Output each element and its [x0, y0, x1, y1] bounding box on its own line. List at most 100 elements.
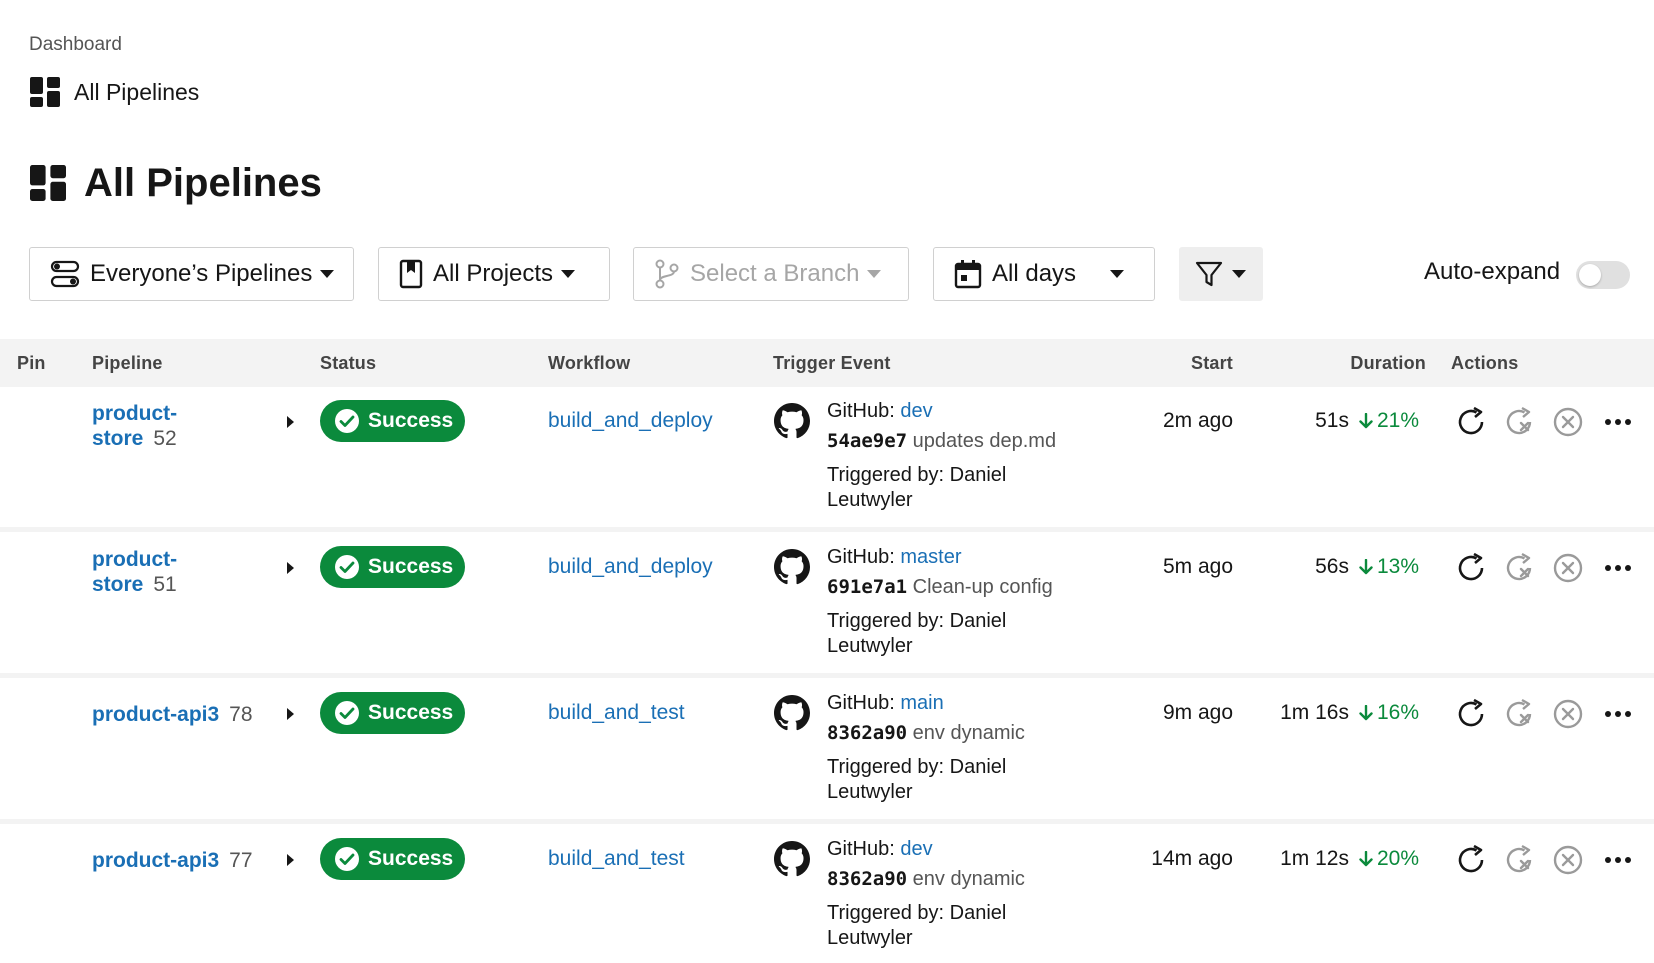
commit-sha[interactable]: 8362a90	[827, 722, 907, 744]
status-badge[interactable]: Success	[320, 692, 465, 734]
status-badge[interactable]: Success	[320, 546, 465, 588]
cancel-button[interactable]	[1551, 551, 1585, 585]
workflow-link[interactable]: build_and_deploy	[548, 555, 713, 579]
cancel-button[interactable]	[1551, 697, 1585, 731]
trigger-source: GitHub: master	[827, 545, 1097, 575]
triggered-by-line2: Leutwyler	[827, 489, 913, 511]
triggered-by: Triggered by: Daniel Leutwyler	[827, 463, 1097, 513]
rerun-icon	[1458, 698, 1484, 727]
branch-link[interactable]: master	[900, 546, 961, 568]
commit-sha[interactable]: 8362a90	[827, 868, 907, 890]
dashboard-icon	[30, 77, 60, 107]
header-actions: Actions	[1451, 353, 1519, 373]
commit-message: env dynamic	[912, 722, 1025, 744]
workflow-link[interactable]: build_and_test	[548, 847, 685, 871]
rerun-failed-button[interactable]	[1503, 405, 1537, 439]
pipeline-name[interactable]: product-api3	[92, 703, 219, 726]
duration: 51s 21%	[1315, 409, 1419, 433]
rerun-button[interactable]	[1455, 697, 1489, 731]
date-range-dropdown[interactable]: All days	[933, 247, 1155, 301]
triggered-by: Triggered by: Daniel Leutwyler	[827, 901, 1097, 951]
status-badge[interactable]: Success	[320, 838, 465, 880]
expand-row-icon[interactable]	[287, 708, 294, 720]
branch-select[interactable]: Select a Branch	[633, 247, 909, 301]
breadcrumb-dashboard[interactable]: Dashboard	[29, 34, 122, 56]
projects-dropdown[interactable]: All Projects	[378, 247, 610, 301]
breadcrumb-current-label: All Pipelines	[74, 78, 200, 105]
status-badge[interactable]: Success	[320, 400, 465, 442]
header-pipeline: Pipeline	[92, 353, 163, 373]
pipeline-name-cont[interactable]: store	[92, 573, 143, 596]
status-text: Success	[368, 701, 454, 724]
trigger-event: GitHub: dev 54ae9e7 updates dep.md Trigg…	[827, 399, 1097, 513]
start-time: 14m ago	[1151, 847, 1233, 870]
github-icon	[774, 403, 810, 439]
chevron-down-icon	[1232, 270, 1246, 278]
rerun-failed-button[interactable]	[1503, 697, 1537, 731]
cancel-button[interactable]	[1551, 843, 1585, 877]
commit-sha[interactable]: 691e7a1	[827, 576, 907, 598]
github-icon	[774, 695, 810, 731]
start-time: 5m ago	[1162, 555, 1233, 578]
more-actions-button[interactable]	[1601, 697, 1635, 731]
page-title-text: All Pipelines	[84, 160, 322, 205]
header-pin: Pin	[17, 353, 46, 373]
rerun-button[interactable]	[1455, 551, 1489, 585]
rerun-button[interactable]	[1455, 405, 1489, 439]
more-actions-button[interactable]	[1601, 551, 1635, 585]
workflow-link[interactable]: build_and_test	[548, 701, 685, 725]
triggered-by-line1: Triggered by: Daniel	[827, 902, 1007, 924]
duration-change: 21%	[1359, 409, 1419, 433]
rerun-failed-button[interactable]	[1503, 551, 1537, 585]
header-trigger-event: Trigger Event	[773, 353, 891, 373]
pipeline-name[interactable]: product-	[92, 548, 177, 571]
pipeline-name-line2: store	[92, 427, 143, 450]
rerun-failed-button[interactable]	[1503, 843, 1537, 877]
rerun-failed-icon	[1506, 552, 1532, 581]
duration-value: 1m 16s	[1280, 701, 1349, 724]
trigger-source: GitHub: dev	[827, 399, 1097, 429]
expand-row-icon[interactable]	[287, 416, 294, 428]
commit-message: Clean-up config	[912, 576, 1053, 598]
source-label: GitHub:	[827, 692, 895, 714]
expand-row-icon[interactable]	[287, 854, 294, 866]
branch-link[interactable]: main	[900, 692, 943, 714]
pipeline-link[interactable]: product-api3 77	[92, 848, 262, 873]
arrow-down-icon	[1359, 559, 1373, 575]
triggered-by-line2: Leutwyler	[827, 927, 913, 949]
pipelines-filter-label: Everyone’s Pipelines	[90, 260, 313, 287]
more-actions-button[interactable]	[1601, 843, 1635, 877]
filter-button[interactable]	[1179, 247, 1263, 301]
arrow-down-icon	[1359, 413, 1373, 429]
workflow-link[interactable]: build_and_deploy	[548, 409, 713, 433]
chevron-down-icon	[867, 270, 882, 278]
branch-link[interactable]: dev	[900, 838, 932, 860]
pipeline-link[interactable]: product-store 51	[92, 547, 262, 597]
status-text: Success	[368, 409, 454, 432]
pipeline-name[interactable]: product-api3	[92, 849, 219, 872]
pipeline-number: 51	[153, 573, 177, 596]
more-icon	[1605, 711, 1631, 717]
projects-label: All Projects	[433, 260, 554, 287]
more-icon	[1605, 565, 1631, 571]
pipeline-link[interactable]: product-store 52	[92, 401, 262, 451]
project-icon	[399, 259, 423, 289]
pipeline-name-cont[interactable]: store	[92, 427, 143, 450]
more-actions-button[interactable]	[1601, 405, 1635, 439]
trigger-source: GitHub: dev	[827, 837, 1097, 867]
commit-sha[interactable]: 54ae9e7	[827, 430, 907, 452]
expand-row-icon[interactable]	[287, 562, 294, 574]
auto-expand-toggle[interactable]	[1576, 261, 1630, 289]
rerun-button[interactable]	[1455, 843, 1489, 877]
branch-link[interactable]: dev	[900, 400, 932, 422]
pipeline-name[interactable]: product-	[92, 402, 177, 425]
chevron-down-icon	[320, 270, 335, 278]
more-icon	[1605, 857, 1631, 863]
pipeline-link[interactable]: product-api3 78	[92, 702, 262, 727]
cancel-button[interactable]	[1551, 405, 1585, 439]
pipelines-filter-icon	[50, 260, 80, 288]
trigger-event: GitHub: main 8362a90 env dynamic Trigger…	[827, 691, 1097, 805]
pipelines-filter-dropdown[interactable]: Everyone’s Pipelines	[29, 247, 354, 301]
chevron-down-icon	[561, 270, 576, 278]
triggered-by-line1: Triggered by: Daniel	[827, 464, 1007, 486]
